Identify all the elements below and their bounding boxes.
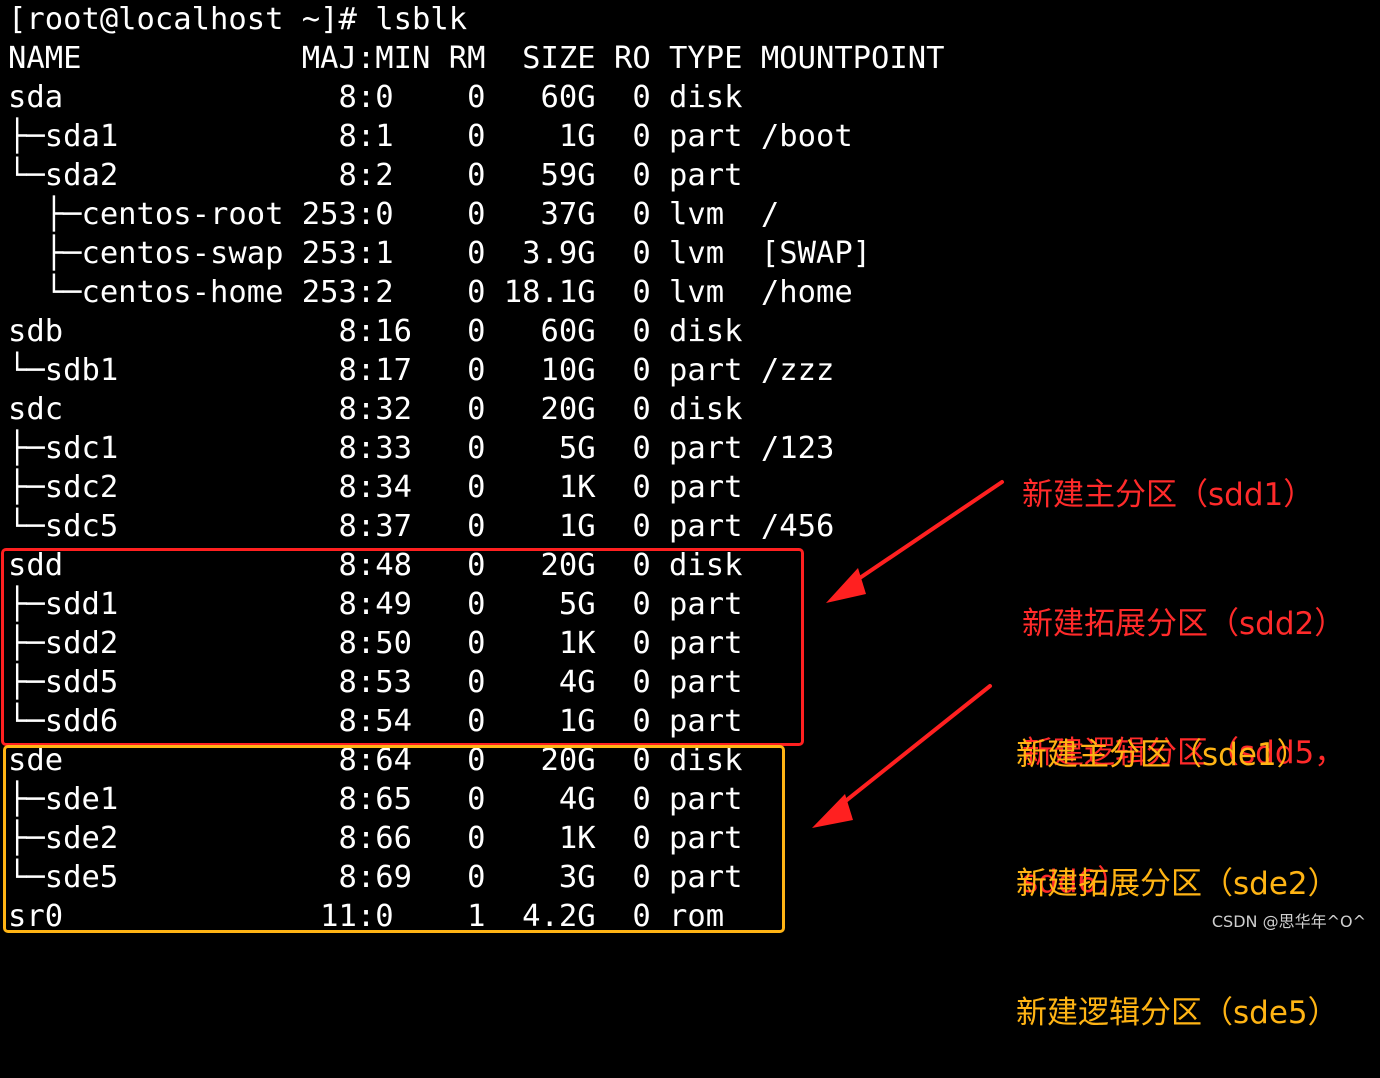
table-header: NAME MAJ:MIN RM SIZE RO TYPE MOUNTPOINT	[8, 41, 945, 76]
sde-annotation-line: 新建逻辑分区（sde5）	[1016, 995, 1339, 1031]
sdd-highlight-box	[1, 548, 804, 746]
sdd-annotation-line: 新建主分区（sdd1）	[1022, 477, 1315, 513]
table-row: └─sdb1 8:17 0 10G 0 part /zzz	[8, 353, 835, 388]
table-row: └─sda2 8:2 0 59G 0 part	[8, 158, 743, 193]
sde-annotation-line: 新建拓展分区（sde2）	[1016, 866, 1339, 902]
sde-annotation: 新建主分区（sde1） 新建拓展分区（sde2） 新建逻辑分区（sde5）	[1016, 648, 1339, 1078]
table-row: └─centos-home 253:2 0 18.1G 0 lvm /home	[8, 275, 853, 310]
table-row: ├─sdc2 8:34 0 1K 0 part	[8, 470, 743, 505]
csdn-watermark: CSDN @思华年^O^	[1211, 912, 1366, 931]
table-row: sda 8:0 0 60G 0 disk	[8, 80, 743, 115]
sde-annotation-line: 新建主分区（sde1）	[1016, 737, 1308, 773]
table-row: └─sdc5 8:37 0 1G 0 part /456	[8, 509, 835, 544]
sde-highlight-box	[3, 745, 785, 933]
table-row: sdb 8:16 0 60G 0 disk	[8, 314, 743, 349]
sdd-annotation-line: 新建拓展分区（sdd2）	[1022, 606, 1346, 642]
table-row: sdc 8:32 0 20G 0 disk	[8, 392, 743, 427]
table-row: ├─centos-swap 253:1 0 3.9G 0 lvm [SWAP]	[8, 236, 872, 271]
table-row: ├─sda1 8:1 0 1G 0 part /boot	[8, 119, 853, 154]
table-row: ├─sdc1 8:33 0 5G 0 part /123	[8, 431, 835, 466]
table-row: ├─centos-root 253:0 0 37G 0 lvm /	[8, 197, 780, 232]
prompt-line: [root@localhost ~]# lsblk	[8, 2, 468, 37]
